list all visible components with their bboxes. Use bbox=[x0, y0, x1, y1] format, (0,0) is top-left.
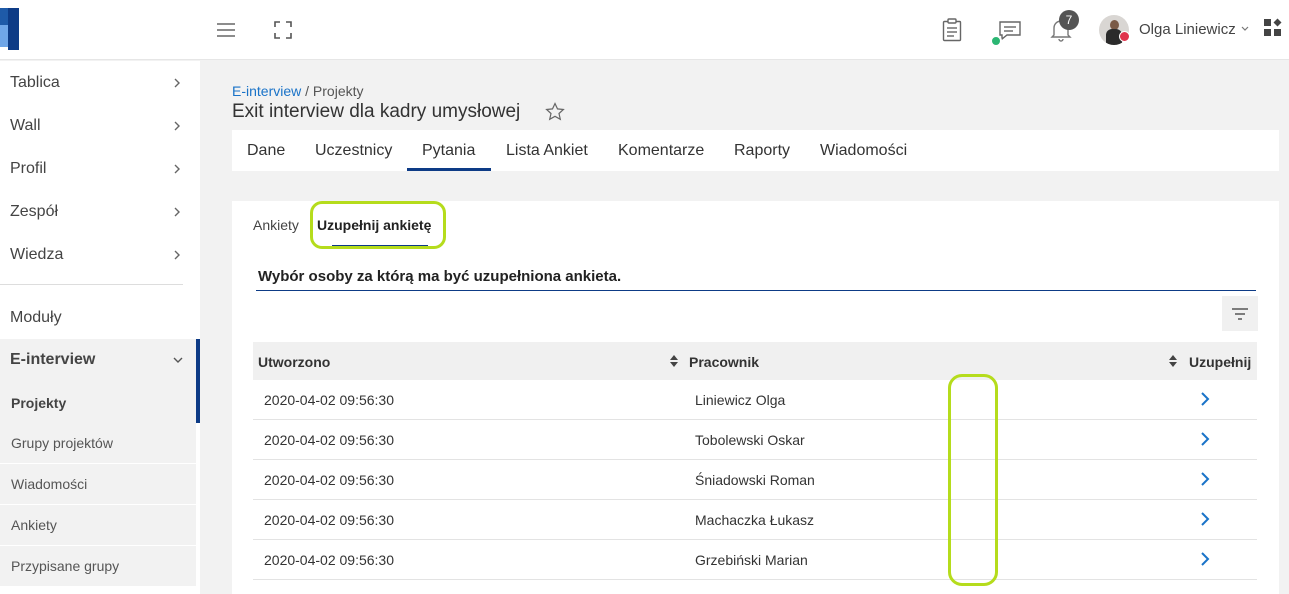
tab-komentarze[interactable]: Komentarze bbox=[603, 130, 719, 171]
column-header-uzupelnij: Uzupełnij bbox=[1189, 354, 1252, 370]
chevron-right-icon[interactable] bbox=[1197, 470, 1213, 488]
created-cell: 2020-04-02 09:56:30 bbox=[264, 432, 394, 448]
content-card: Ankiety Uzupełnij ankietę Wybór osoby za… bbox=[232, 201, 1279, 594]
employee-cell: Liniewicz Olga bbox=[695, 392, 786, 408]
clipboard-icon[interactable] bbox=[940, 17, 964, 43]
employee-cell: Śniadowski Roman bbox=[695, 472, 815, 488]
tab-label: Dane bbox=[247, 142, 286, 159]
sidebar-divider bbox=[0, 284, 183, 285]
sidebar-subitem-grupy-projektow[interactable]: Grupy projektów bbox=[0, 423, 196, 463]
section-divider bbox=[256, 290, 1256, 291]
tab-raporty[interactable]: Raporty bbox=[719, 130, 805, 171]
sidebar-item-label: Wiedza bbox=[10, 246, 64, 263]
chevron-right-icon bbox=[174, 164, 180, 174]
sidebar-item-label: Tablica bbox=[10, 74, 60, 91]
chevron-right-icon bbox=[174, 78, 180, 88]
chevron-down-icon[interactable] bbox=[1241, 24, 1249, 35]
sidebar-subitem-ankiety[interactable]: Ankiety bbox=[0, 505, 196, 545]
hamburger-menu-icon[interactable] bbox=[214, 20, 238, 40]
chevron-right-icon[interactable] bbox=[1197, 390, 1213, 408]
sidebar-subitem-przypisane-grupy[interactable]: Przypisane grupy bbox=[0, 546, 196, 586]
chevron-right-icon[interactable] bbox=[1197, 510, 1213, 528]
chevron-right-icon[interactable] bbox=[1197, 430, 1213, 448]
breadcrumb-current: Projekty bbox=[312, 83, 364, 99]
apps-grid-icon[interactable] bbox=[1263, 18, 1283, 38]
table-row: 2020-04-02 09:56:30 Liniewicz Olga bbox=[253, 380, 1257, 420]
table-row: 2020-04-02 09:56:30 Grzebiński Marian bbox=[253, 540, 1257, 580]
breadcrumb-link[interactable]: E-interview bbox=[232, 83, 301, 99]
sidebar-subitem-projekty[interactable]: Projekty bbox=[0, 383, 196, 423]
highlight-annotation bbox=[948, 374, 998, 586]
chevron-down-icon bbox=[173, 357, 183, 363]
tab-label: Uczestnicy bbox=[315, 142, 393, 159]
sidebar-subitem-label: Ankiety bbox=[11, 517, 57, 533]
created-cell: 2020-04-02 09:56:30 bbox=[264, 472, 394, 488]
breadcrumb: E-interview / Projekty bbox=[232, 83, 364, 99]
breadcrumb-separator: / bbox=[301, 83, 313, 99]
subtab-ankiety[interactable]: Ankiety bbox=[253, 217, 299, 233]
top-bar: 7 Olga Liniewicz bbox=[0, 0, 1289, 60]
sidebar: Tablica Wall Profil Zespół Wiedza Moduły… bbox=[0, 61, 200, 594]
sidebar-item-wiedza[interactable]: Wiedza bbox=[0, 235, 200, 275]
sort-icon[interactable] bbox=[1168, 354, 1178, 368]
sidebar-subitem-wiadomosci[interactable]: Wiadomości bbox=[0, 464, 196, 504]
tab-label: Raporty bbox=[734, 142, 791, 159]
sidebar-item-wall[interactable]: Wall bbox=[0, 106, 200, 146]
column-header-utworzono[interactable]: Utworzono bbox=[258, 354, 330, 370]
sidebar-item-zespol[interactable]: Zespół bbox=[0, 192, 200, 232]
star-icon[interactable] bbox=[545, 102, 565, 122]
sidebar-item-label: Zespół bbox=[10, 203, 59, 220]
notification-badge: 7 bbox=[1059, 10, 1079, 30]
filter-icon bbox=[1232, 308, 1248, 320]
column-header-pracownik[interactable]: Pracownik bbox=[689, 354, 759, 370]
filter-button[interactable] bbox=[1222, 296, 1258, 331]
chevron-right-icon[interactable] bbox=[1197, 550, 1213, 568]
sidebar-subitem-label: Grupy projektów bbox=[11, 435, 113, 451]
chevron-right-icon bbox=[174, 121, 180, 131]
sidebar-item-e-interview[interactable]: E-interview bbox=[0, 339, 200, 383]
logo[interactable] bbox=[0, 8, 20, 50]
tab-label: Wiadomości bbox=[820, 142, 908, 159]
sidebar-item-label: Profil bbox=[10, 160, 47, 177]
tab-label: Lista Ankiet bbox=[506, 142, 588, 159]
tab-label: Komentarze bbox=[618, 142, 705, 159]
sidebar-subitem-label: Przypisane grupy bbox=[11, 558, 120, 574]
tab-label: Pytania bbox=[422, 142, 476, 159]
page-title: Exit interview dla kadry umysłowej bbox=[232, 101, 521, 122]
section-title: Wybór osoby za którą ma być uzupełniona … bbox=[258, 268, 622, 285]
sidebar-subitem-label: Projekty bbox=[11, 395, 67, 411]
tab-uczestnicy[interactable]: Uczestnicy bbox=[300, 130, 407, 171]
sort-icon[interactable] bbox=[669, 354, 679, 368]
sidebar-subitem-label: Wiadomości bbox=[11, 476, 88, 492]
chevron-right-icon bbox=[174, 250, 180, 260]
chevron-right-icon bbox=[174, 207, 180, 217]
sidebar-item-profil[interactable]: Profil bbox=[0, 149, 200, 189]
status-indicator-icon bbox=[1119, 31, 1130, 42]
table-row: 2020-04-02 09:56:30 Machaczka Łukasz bbox=[253, 500, 1257, 540]
user-name[interactable]: Olga Liniewicz bbox=[1139, 21, 1236, 38]
employee-cell: Tobolewski Oskar bbox=[695, 432, 805, 448]
created-cell: 2020-04-02 09:56:30 bbox=[264, 552, 394, 568]
project-tabs: Dane Uczestnicy Pytania Lista Ankiet Kom… bbox=[232, 130, 1279, 171]
sidebar-item-label: E-interview bbox=[10, 351, 96, 368]
tab-lista-ankiet[interactable]: Lista Ankiet bbox=[491, 130, 603, 171]
tab-pytania[interactable]: Pytania bbox=[407, 130, 491, 171]
employee-cell: Machaczka Łukasz bbox=[695, 512, 815, 528]
active-indicator bbox=[196, 339, 200, 423]
table-row: 2020-04-02 09:56:30 Śniadowski Roman bbox=[253, 460, 1257, 500]
online-status-icon bbox=[990, 35, 1002, 47]
tab-wiadomosci[interactable]: Wiadomości bbox=[805, 130, 915, 171]
table-header: Utworzono Pracownik Uzupełnij bbox=[253, 342, 1257, 380]
modules-heading: Moduły bbox=[10, 309, 62, 326]
sidebar-item-tablica[interactable]: Tablica bbox=[0, 63, 200, 103]
sidebar-item-label: Wall bbox=[10, 117, 41, 134]
tab-dane[interactable]: Dane bbox=[232, 130, 300, 171]
highlight-annotation bbox=[310, 201, 446, 249]
created-cell: 2020-04-02 09:56:30 bbox=[264, 512, 394, 528]
table-row: 2020-04-02 09:56:30 Tobolewski Oskar bbox=[253, 420, 1257, 460]
fullscreen-icon[interactable] bbox=[272, 19, 294, 41]
created-cell: 2020-04-02 09:56:30 bbox=[264, 392, 394, 408]
employee-cell: Grzebiński Marian bbox=[695, 552, 808, 568]
